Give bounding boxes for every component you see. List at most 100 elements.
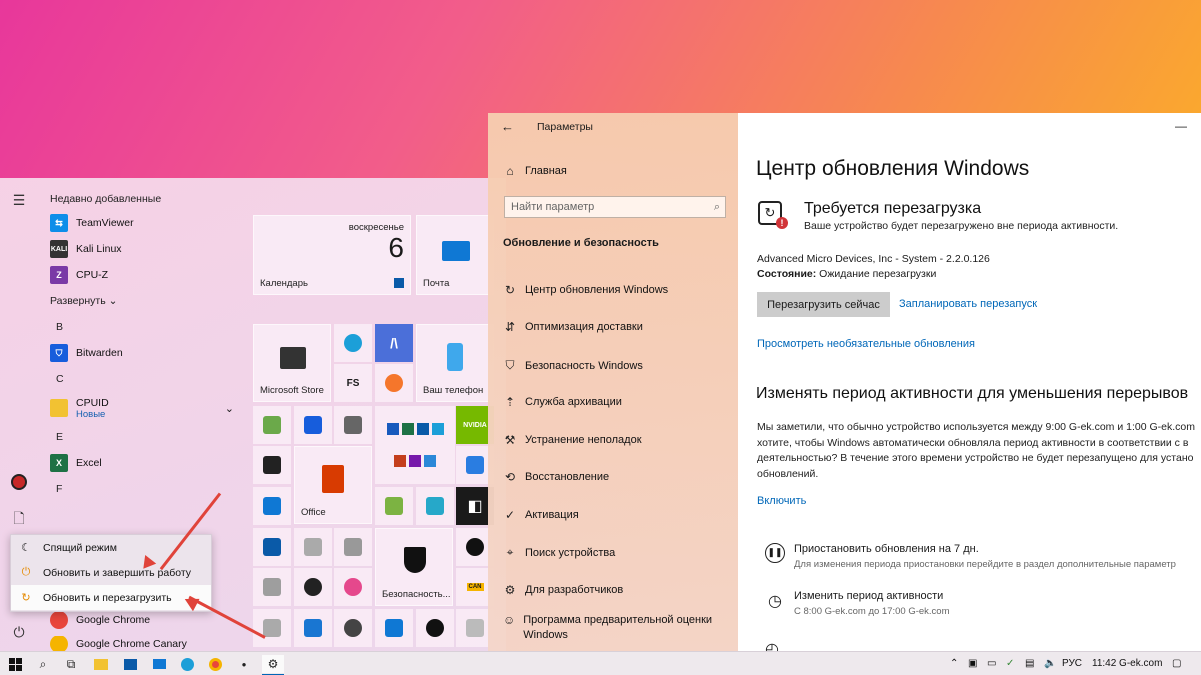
app-dot-icon[interactable]: ● (235, 655, 253, 673)
nav-developers[interactable]: ⚙ Для разработчиков (503, 583, 624, 597)
calendar-label: Календарь (260, 278, 308, 289)
notifications-icon[interactable]: ▢ (1172, 658, 1181, 669)
affinity-tile[interactable]: /\ (375, 324, 413, 362)
letter-c[interactable]: C (42, 366, 242, 392)
back-arrow-icon[interactable]: ← (501, 119, 514, 134)
restart-now-button[interactable]: Перезагрузить сейчас (757, 292, 890, 317)
nav-delivery-optimization[interactable]: ⇵ Оптимизация доставки (503, 320, 643, 334)
app-teamviewer[interactable]: ⇆ TeamViewer (42, 210, 242, 236)
app-tile-10[interactable] (294, 568, 332, 606)
minecraft-icon (385, 497, 403, 515)
word-icon (386, 422, 399, 435)
phone-tile[interactable]: Ваш телефон (416, 324, 494, 402)
calculator-tile[interactable] (334, 406, 372, 444)
app-bitwarden[interactable]: ⛉ Bitwarden (42, 340, 242, 366)
app-kali[interactable]: KALI Kali Linux (42, 236, 242, 262)
network-icon[interactable]: ▤ (1025, 658, 1034, 669)
app-excel[interactable]: X Excel (42, 450, 242, 476)
enable-link[interactable]: Включить (757, 495, 806, 507)
app-tile-7[interactable] (334, 528, 372, 566)
settings-search-input[interactable]: Найти параметр ⌕ (504, 196, 726, 218)
find-device-icon: ⌖ (506, 545, 514, 559)
nav-insider[interactable]: ☺ Программа предварительной оценки Window… (503, 613, 723, 643)
nav-find-device[interactable]: ⌖ Поиск устройства (503, 545, 616, 560)
app-tile-9[interactable] (253, 568, 291, 606)
affinity-icon: /\ (390, 335, 398, 351)
box-icon (344, 538, 362, 556)
security-tile[interactable]: Безопасность... (375, 528, 453, 606)
app-tile-12[interactable] (253, 609, 291, 647)
tray-security-icon[interactable]: ✓ (1006, 658, 1014, 669)
store-icon (280, 347, 306, 369)
calendar-tile[interactable]: воскресенье 6 Календарь (253, 215, 411, 295)
nav-troubleshoot[interactable]: ⚒ Устранение неполадок (503, 433, 642, 447)
mail-taskbar-icon[interactable] (150, 655, 168, 673)
settings-content: — Центр обновления Windows ↻ ! Требуется… (738, 113, 1201, 651)
language-indicator[interactable]: РУС (1062, 658, 1082, 669)
app-tile-13[interactable] (294, 609, 332, 647)
nav-windows-security[interactable]: ⛉ Безопасность Windows (503, 358, 642, 373)
store-taskbar-icon[interactable] (121, 655, 139, 673)
chrome-taskbar-icon[interactable] (206, 655, 224, 673)
active-hours-description: Мы заметили, что обычно устройство испол… (757, 421, 1195, 480)
optional-updates-link[interactable]: Просмотреть необязательные обновления (757, 338, 975, 350)
terminal-tile[interactable] (253, 446, 291, 484)
file-explorer-icon[interactable] (92, 655, 110, 673)
documents-icon[interactable]: 🗋 (9, 510, 29, 530)
office-apps-tile[interactable] (375, 406, 455, 484)
nav-backup[interactable]: ⇡ Служба архивации (503, 395, 622, 409)
office-label: Office (301, 507, 326, 518)
app-tile-6[interactable] (294, 528, 332, 566)
nav-recovery[interactable]: ⟲ Восстановление (503, 470, 609, 484)
clock-tile[interactable] (334, 609, 372, 647)
developer-icon: ⚙ (504, 583, 516, 597)
bitwarden-tile[interactable] (294, 406, 332, 444)
user-avatar-icon[interactable] (9, 472, 29, 492)
minimize-icon[interactable]: — (1175, 119, 1187, 133)
volume-icon[interactable]: 🔈 (1044, 658, 1056, 669)
tray-app-icon[interactable]: ▣ (968, 658, 977, 669)
clock[interactable]: 11:42 G-ek.com (1092, 658, 1162, 669)
windows-start-icon[interactable] (6, 655, 24, 673)
edge-taskbar-icon[interactable] (178, 655, 196, 673)
photos-tile[interactable] (416, 609, 454, 647)
update-shutdown-option[interactable]: ⏻ Обновить и завершить работу (11, 560, 211, 585)
letter-b[interactable]: B (42, 314, 242, 340)
app-tile-3[interactable] (375, 487, 413, 525)
app-tile-11[interactable] (334, 568, 372, 606)
people-tile[interactable] (375, 609, 413, 647)
app-chrome-canary[interactable]: Google Chrome Canary (42, 636, 187, 651)
settings-taskbar-icon[interactable]: ⚙ (262, 655, 284, 673)
power-icon[interactable]: ⏻ (9, 622, 29, 642)
nav-activation[interactable]: ✓ Активация (503, 508, 579, 522)
app-tile-4[interactable] (416, 487, 454, 525)
update-restart-option[interactable]: ↻ Обновить и перезагрузить (11, 585, 211, 610)
tray-overflow-icon[interactable]: ⌃ (950, 658, 958, 669)
app-tile-5[interactable] (253, 528, 291, 566)
tray-battery-icon[interactable]: ▭ (987, 658, 996, 669)
fs-tile[interactable]: FS (334, 364, 372, 402)
app-tile-2[interactable] (253, 487, 291, 525)
firefox-tile[interactable] (375, 364, 413, 402)
expand-button[interactable]: Развернуть ⌄ (42, 288, 242, 314)
search-icon[interactable]: ⌕ (34, 655, 52, 673)
app-tile-1[interactable] (253, 406, 291, 444)
change-active-hours-title[interactable]: Изменить период активности (794, 590, 943, 602)
nav-home[interactable]: ⌂ Главная (503, 164, 567, 178)
edge-tile[interactable] (334, 324, 372, 362)
pause-updates-title[interactable]: Приостановить обновления на 7 дн. (794, 543, 979, 555)
store-tile[interactable]: Microsoft Store (253, 324, 331, 402)
letter-e[interactable]: E (42, 424, 242, 450)
mail-tile[interactable]: Почта (416, 215, 494, 295)
restart-required-icon: ↻ ! (758, 201, 788, 231)
app-cpuid-folder[interactable]: CPUID Новые ⌄ (42, 392, 242, 424)
app-cpuz[interactable]: Z CPU-Z (42, 262, 242, 288)
office-tile[interactable]: Office (294, 446, 372, 524)
schedule-restart-link[interactable]: Запланировать перезапуск (899, 298, 1037, 310)
puzzle-icon (263, 497, 281, 515)
letter-f[interactable]: F (42, 476, 242, 502)
hamburger-icon[interactable]: ☰ (9, 190, 29, 210)
task-view-icon[interactable]: ⧉ (62, 655, 80, 673)
nav-windows-update[interactable]: ↻ Центр обновления Windows (503, 283, 668, 297)
chevron-down-icon[interactable]: ⌄ (225, 402, 234, 415)
